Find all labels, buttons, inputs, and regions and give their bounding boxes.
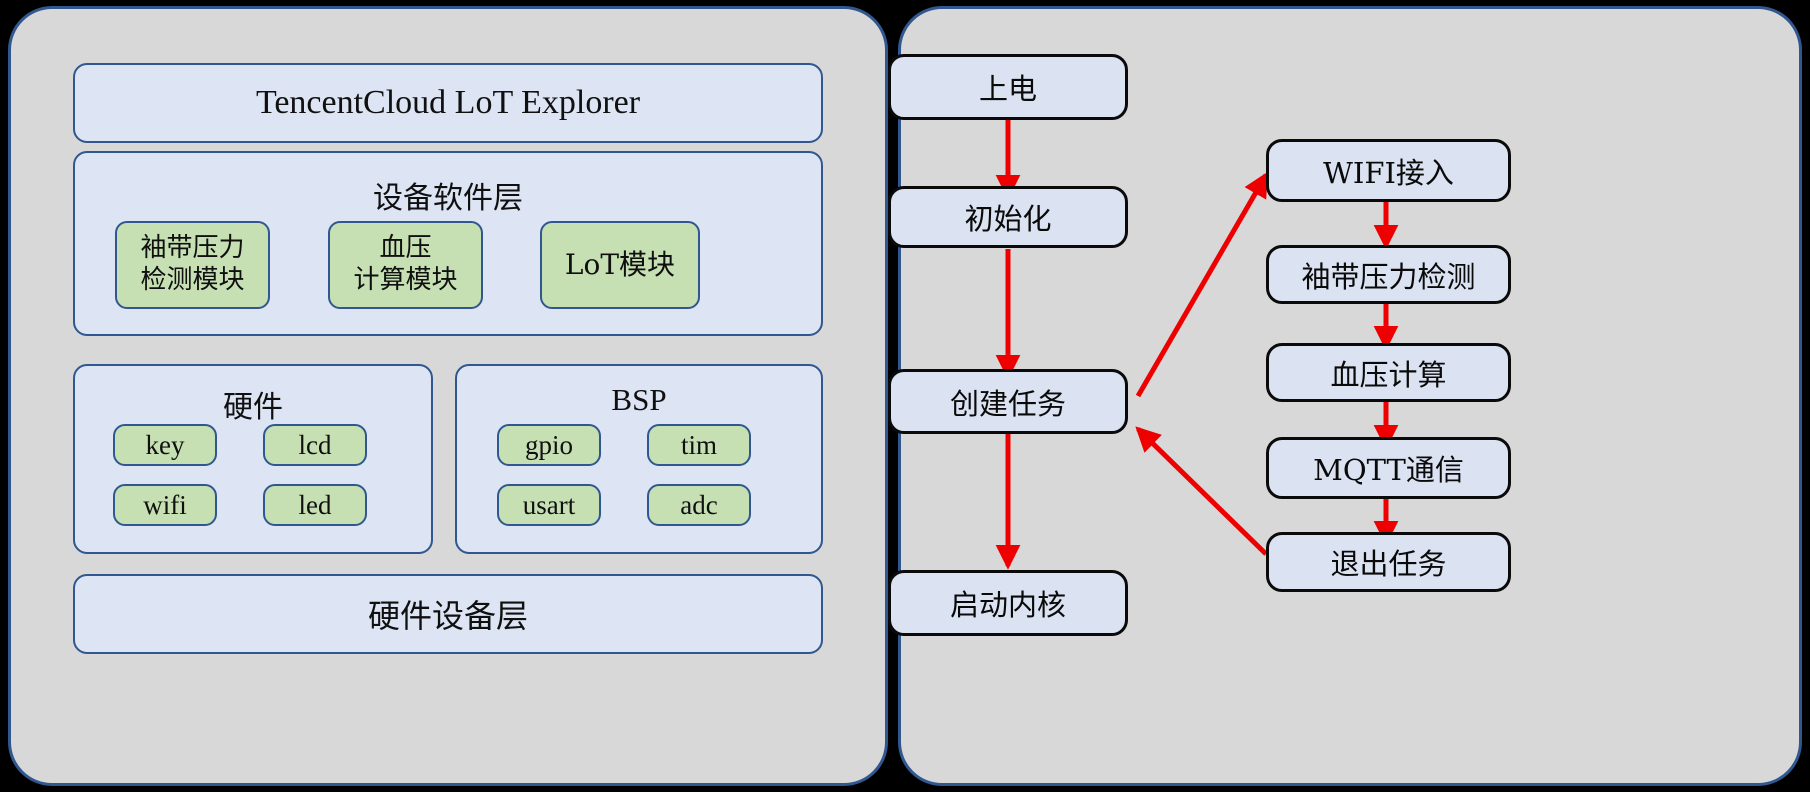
bsp-item-adc: adc [647,484,751,526]
flow-node-init-label: 初始化 [964,202,1052,236]
flow-node-create-task: 创建任务 [888,369,1128,434]
hardware-item-wifi-label: wifi [143,489,187,520]
module-cuff-pressure-line2: 检测模块 [140,265,245,295]
system-architecture-panel: TencentCloud LoT Explorer 设备软件层 袖带压力 检测模… [8,6,888,786]
device-layer-label: 硬件设备层 [367,597,528,635]
hardware-item-key-label: key [145,429,185,460]
module-lot: LoT模块 [540,221,700,309]
flow-node-blood-pressure-calc: 血压计算 [1266,343,1511,402]
bsp-group-title: BSP [611,382,667,417]
module-blood-pressure-calc-line2: 计算模块 [353,265,458,295]
flow-node-init: 初始化 [888,186,1128,248]
software-layer-title: 设备软件层 [373,181,523,216]
hardware-item-key: key [113,424,217,466]
bsp-item-usart-label: usart [522,489,576,520]
flow-node-cuff-pressure-detect: 袖带压力检测 [1266,245,1511,304]
device-layer-box: 硬件设备层 [73,574,823,654]
bsp-item-usart: usart [497,484,601,526]
bsp-item-gpio-label: gpio [524,429,573,460]
flow-node-wifi-connect-label: WIFI接入 [1323,155,1454,190]
flow-node-wifi-connect: WIFI接入 [1266,139,1511,202]
hardware-item-led: led [263,484,367,526]
flowchart-nodes: 上电 初始化 创建任务 启动内核 WIFI接入 袖带压力检测 血压计算 MQTT… [888,6,1802,786]
flow-node-start-kernel: 启动内核 [888,570,1128,636]
hardware-item-led-label: led [298,489,332,520]
flow-node-exit-task-label: 退出任务 [1330,547,1447,581]
bsp-item-adc-label: adc [680,489,718,520]
flow-node-start-kernel-label: 启动内核 [949,588,1066,622]
flow-node-blood-pressure-calc-label: 血压计算 [1330,357,1447,392]
cloud-layer-box: TencentCloud LoT Explorer [73,63,823,143]
module-blood-pressure-calc: 血压 计算模块 [328,221,483,309]
software-layer-group: 设备软件层 袖带压力 检测模块 血压 计算模块 LoT模块 [73,151,823,336]
module-cuff-pressure-line1: 袖带压力 [140,233,245,264]
flow-node-mqtt-comm: MQTT通信 [1266,437,1511,499]
hardware-group: 硬件 key lcd wifi led [73,364,433,554]
bsp-group: BSP gpio tim usart adc [455,364,823,554]
cloud-layer-label: TencentCloud LoT Explorer [255,84,641,121]
hardware-item-lcd: lcd [263,424,367,466]
module-blood-pressure-calc-line1: 血压 [379,233,432,264]
hardware-item-wifi: wifi [113,484,217,526]
flow-node-power-on: 上电 [888,54,1128,120]
flow-node-exit-task: 退出任务 [1266,532,1511,592]
diagram-canvas: TencentCloud LoT Explorer 设备软件层 袖带压力 检测模… [0,0,1810,792]
module-lot-label: LoT模块 [564,247,676,281]
flow-node-create-task-label: 创建任务 [949,386,1066,421]
flow-node-power-on-label: 上电 [978,72,1037,106]
bsp-item-tim-label: tim [680,429,717,460]
bsp-item-gpio: gpio [497,424,601,466]
module-cuff-pressure: 袖带压力 检测模块 [115,221,270,309]
hardware-group-title: 硬件 [223,390,283,425]
flow-node-cuff-pressure-detect-label: 袖带压力检测 [1301,259,1476,294]
bsp-item-tim: tim [647,424,751,466]
flow-node-mqtt-comm-label: MQTT通信 [1313,453,1464,487]
hardware-item-lcd-label: lcd [298,429,332,460]
